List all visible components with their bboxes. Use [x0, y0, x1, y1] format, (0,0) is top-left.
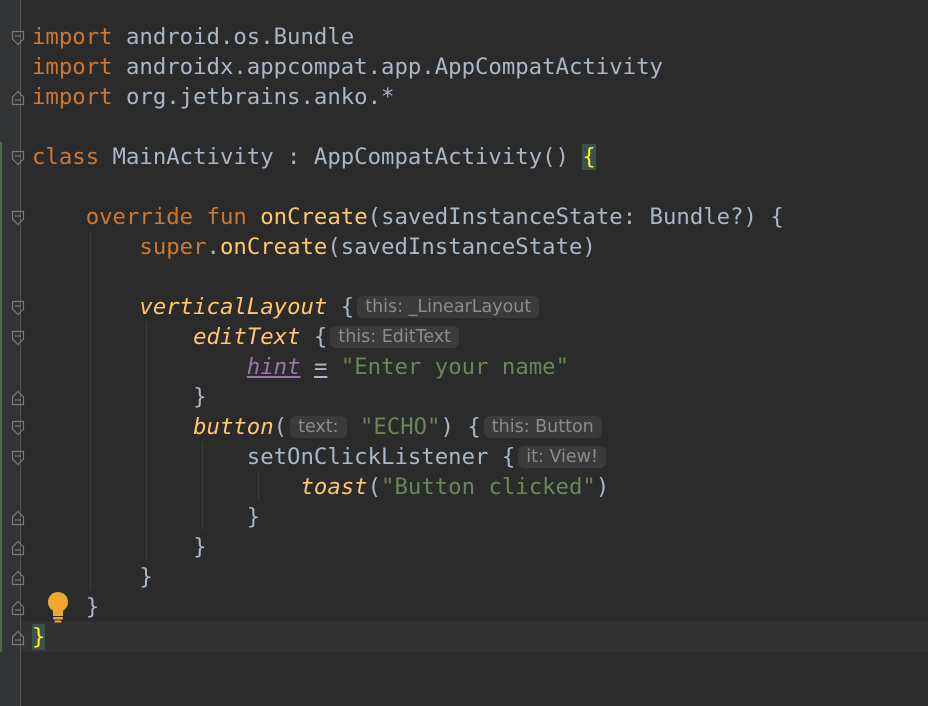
- code-token: }: [32, 504, 261, 530]
- code-token: ) {: [440, 414, 481, 440]
- code-token: (: [273, 414, 288, 440]
- code-token: {: [327, 294, 355, 320]
- fold-close-icon[interactable]: [11, 510, 25, 526]
- code-token: }: [32, 564, 153, 590]
- code-token: (savedInstanceState: Bundle?) {: [367, 204, 784, 230]
- code-line[interactable]: import androidx.appcompat.app.AppCompatA…: [32, 52, 663, 82]
- lightbulb-icon[interactable]: [45, 591, 71, 623]
- code-token: "Enter your name": [340, 354, 570, 380]
- code-token: MainActivity : AppCompatActivity(): [99, 144, 583, 170]
- code-line[interactable]: }: [32, 382, 207, 412]
- fold-open-icon[interactable]: [11, 30, 25, 46]
- code-line[interactable]: editText {this: EditText: [32, 322, 460, 352]
- code-token: override fun: [85, 204, 247, 230]
- code-token: =: [313, 354, 328, 380]
- code-token: editText: [193, 324, 301, 350]
- fold-open-icon[interactable]: [11, 210, 25, 226]
- code-token: }: [32, 624, 46, 650]
- code-token: }: [32, 534, 207, 560]
- inlay-hint: this: EditText: [330, 326, 460, 348]
- fold-close-icon[interactable]: [11, 630, 25, 646]
- code-token: android.os.Bundle: [112, 24, 355, 50]
- fold-open-icon[interactable]: [11, 420, 25, 436]
- fold-open-icon[interactable]: [11, 150, 25, 166]
- code-token: class: [32, 144, 100, 170]
- code-line[interactable]: }: [32, 562, 153, 592]
- code-line[interactable]: setOnClickListener {it: View!: [32, 442, 606, 472]
- code-token: import: [32, 84, 113, 110]
- code-token: verticalLayout: [139, 294, 328, 320]
- fold-close-icon[interactable]: [11, 390, 25, 406]
- code-editor[interactable]: import android.os.Bundle import androidx.…: [0, 0, 928, 706]
- code-token: import: [32, 54, 113, 80]
- fold-close-icon[interactable]: [11, 90, 25, 106]
- code-token: org.jetbrains.anko.*: [112, 84, 395, 110]
- code-token: {: [300, 324, 328, 350]
- code-token: hint: [246, 354, 301, 380]
- fold-open-icon[interactable]: [11, 330, 25, 346]
- fold-close-icon[interactable]: [11, 540, 25, 556]
- code-token: (: [367, 474, 382, 500]
- code-line[interactable]: import android.os.Bundle: [32, 22, 354, 52]
- code-line[interactable]: override fun onCreate(savedInstanceState…: [32, 202, 784, 232]
- code-line[interactable]: }: [32, 532, 207, 562]
- code-token: super: [139, 234, 207, 260]
- code-line[interactable]: super.onCreate(savedInstanceState): [32, 232, 596, 262]
- code-token: onCreate: [219, 234, 328, 260]
- code-line[interactable]: button(text: "ECHO") {this: Button: [32, 412, 602, 442]
- code-token: onCreate: [260, 204, 368, 230]
- fold-close-icon[interactable]: [11, 570, 25, 586]
- vcs-change-marker[interactable]: [0, 142, 2, 652]
- code-line[interactable]: hint = "Enter your name": [32, 352, 569, 382]
- code-token: toast: [300, 474, 368, 500]
- code-line[interactable]: }: [32, 622, 46, 652]
- code-token: {: [582, 144, 596, 170]
- fold-close-icon[interactable]: [11, 600, 25, 616]
- code-token: }: [32, 384, 207, 410]
- inlay-hint: this: _LinearLayout: [357, 296, 540, 318]
- inlay-hint: text:: [290, 416, 347, 438]
- code-token: .: [206, 234, 220, 260]
- current-line-highlight: [21, 622, 928, 652]
- code-line[interactable]: import org.jetbrains.anko.*: [32, 82, 394, 112]
- code-token: button: [193, 414, 274, 440]
- fold-open-icon[interactable]: [11, 300, 25, 316]
- code-token: "Button clicked": [381, 474, 596, 500]
- code-token: (savedInstanceState): [327, 234, 596, 260]
- code-line[interactable]: class MainActivity : AppCompatActivity()…: [32, 142, 596, 172]
- code-line[interactable]: }: [32, 502, 260, 532]
- inlay-hint: it: View!: [518, 446, 606, 468]
- code-token: androidx.appcompat.app.AppCompatActivity: [112, 54, 663, 80]
- inlay-hint: this: Button: [483, 416, 602, 438]
- code-token: setOnClickListener {: [32, 444, 516, 470]
- code-token: "ECHO": [346, 414, 441, 440]
- code-token: import: [32, 24, 113, 50]
- code-line[interactable]: toast("Button clicked"): [32, 472, 609, 502]
- code-token: ): [595, 474, 610, 500]
- code-line[interactable]: verticalLayout {this: _LinearLayout: [32, 292, 540, 322]
- fold-open-icon[interactable]: [11, 450, 25, 466]
